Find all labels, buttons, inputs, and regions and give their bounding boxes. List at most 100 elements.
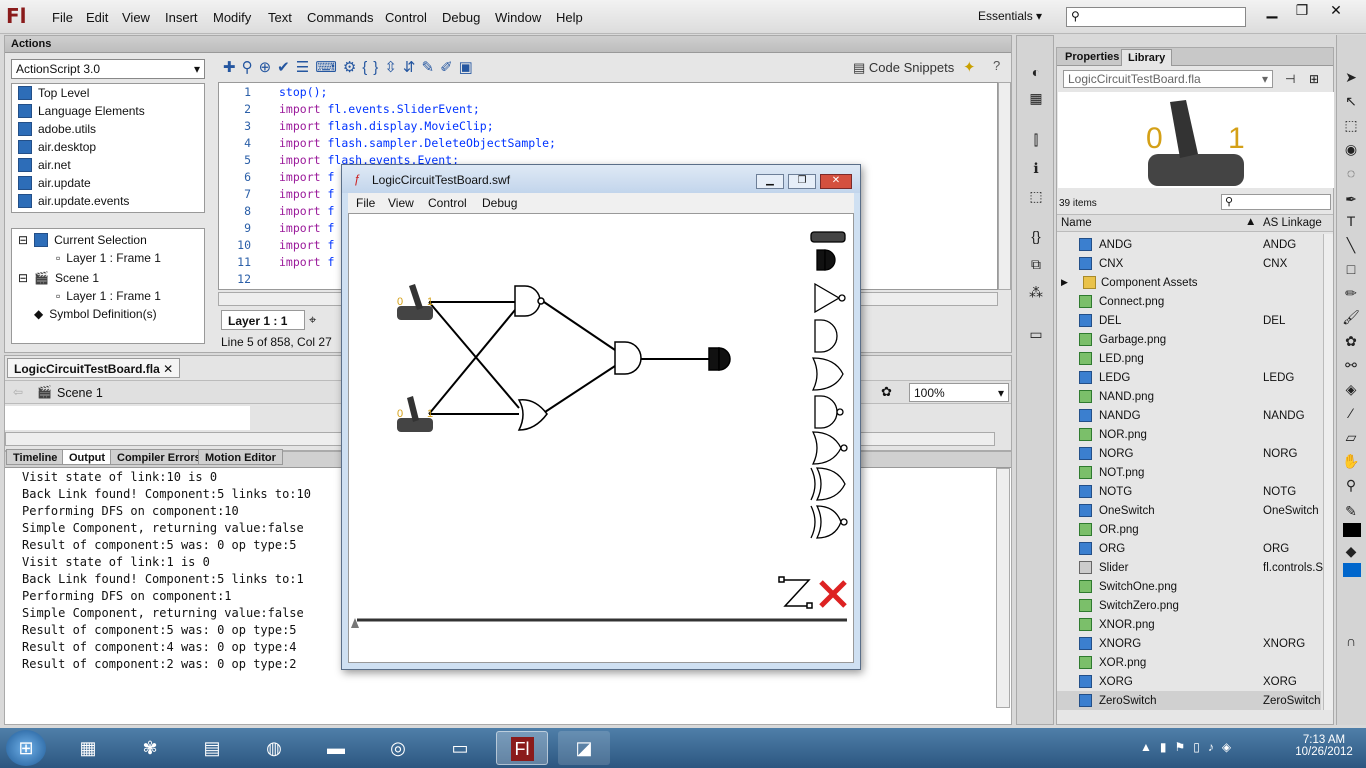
swf-close-button[interactable]: ✕ xyxy=(820,174,852,189)
menu-control[interactable]: Control xyxy=(385,10,427,25)
show-toolbox-icon[interactable]: ▣ xyxy=(459,59,479,76)
library-item[interactable]: XORG XORG xyxy=(1057,672,1321,691)
expand-all-icon[interactable]: ⇵ xyxy=(403,59,422,76)
swf-maximize-button[interactable]: ❐ xyxy=(788,174,816,189)
library-item[interactable]: NOT.png xyxy=(1057,463,1321,482)
fill-color-swatch[interactable] xyxy=(1343,563,1361,577)
code-hint-icon[interactable]: ⌨ xyxy=(315,59,343,76)
rectangle-tool-icon[interactable]: □ xyxy=(1340,259,1362,279)
language-select[interactable]: ActionScript 3.0 ▾ xyxy=(11,59,205,79)
library-item[interactable]: Connect.png xyxy=(1057,292,1321,311)
deco-tool-icon[interactable]: ✿ xyxy=(1340,331,1362,351)
snap-magnet-icon[interactable]: ∩ xyxy=(1340,631,1362,651)
new-library-icon[interactable]: ⊞ xyxy=(1309,72,1319,86)
transform-icon[interactable]: ⬚ xyxy=(1025,186,1047,206)
code-icon[interactable]: {} xyxy=(1025,226,1047,246)
toolbox-item[interactable]: air.net xyxy=(12,156,204,174)
eyedropper-icon[interactable]: ⁄ xyxy=(1340,403,1362,423)
collapse-braces-icon[interactable]: {} xyxy=(362,59,384,76)
tab-timeline[interactable]: Timeline xyxy=(6,449,65,465)
action-center-icon[interactable]: ⚑ xyxy=(1175,740,1194,754)
pencil-tool-icon[interactable]: ✏ xyxy=(1340,283,1362,303)
zoom-tool-icon[interactable]: ⚲ xyxy=(1340,475,1362,495)
project-icon[interactable]: ▭ xyxy=(1025,324,1047,344)
lasso-tool-icon[interactable]: ◌ xyxy=(1340,163,1362,183)
minimize-button[interactable]: ▁ xyxy=(1258,3,1286,19)
collapse-selection-icon[interactable]: ⇳ xyxy=(384,59,403,76)
library-item[interactable]: OR.png xyxy=(1057,520,1321,539)
tab-compiler-errors[interactable]: Compiler Errors xyxy=(110,449,208,465)
library-vscrollbar[interactable] xyxy=(1323,234,1333,710)
close-icon[interactable]: ✕ xyxy=(163,362,173,376)
command-prompt-icon[interactable]: ▬ xyxy=(310,731,362,765)
update-icon[interactable]: ◈ xyxy=(1222,740,1239,754)
nav-current-selection[interactable]: ⊟ Current Selection xyxy=(12,231,204,249)
library-search-input[interactable]: ⚲ xyxy=(1221,194,1331,210)
library-item[interactable]: Garbage.png xyxy=(1057,330,1321,349)
tab-output[interactable]: Output xyxy=(62,449,113,465)
stroke-color-swatch[interactable] xyxy=(1343,523,1361,537)
menu-edit[interactable]: Edit xyxy=(86,10,108,25)
library-file-select[interactable]: LogicCircuitTestBoard.fla ▾ xyxy=(1063,70,1273,88)
uncomment-icon[interactable]: ✐ xyxy=(440,59,459,76)
library-item[interactable]: XNOR.png xyxy=(1057,615,1321,634)
add-item-icon[interactable]: ✚ xyxy=(223,59,242,76)
stroke-color-icon[interactable]: ✎ xyxy=(1340,501,1362,521)
flash-taskbar-icon[interactable]: Fl xyxy=(496,731,548,765)
back-arrow-icon[interactable]: ⇦ xyxy=(13,385,23,399)
motion-presets-icon[interactable]: ⁂ xyxy=(1025,282,1047,302)
volume-icon[interactable]: ♪ xyxy=(1208,740,1222,754)
wand-icon[interactable]: ✦ xyxy=(963,58,976,76)
library-item[interactable]: ORG ORG xyxy=(1057,539,1321,558)
show-hidden-icons-icon[interactable]: ▲ xyxy=(1140,740,1160,754)
components-icon[interactable]: ⧉ xyxy=(1025,254,1047,274)
nav-frame[interactable]: ▫ Layer 1 : Frame 1 xyxy=(12,287,204,305)
tab-library[interactable]: Library xyxy=(1121,49,1173,66)
toolbox-item[interactable]: air.desktop xyxy=(12,138,204,156)
align-icon[interactable]: ⫿ xyxy=(1025,130,1047,150)
selection-tool-icon[interactable]: ➤ xyxy=(1340,67,1362,87)
network-app-icon[interactable]: ▤ xyxy=(186,731,238,765)
help-icon[interactable]: ? xyxy=(993,58,1000,73)
system-tray[interactable]: ▲▮⚑▯♪◈ xyxy=(1140,740,1239,754)
library-item[interactable]: DEL DEL xyxy=(1057,311,1321,330)
nav-symbol-defs[interactable]: ◆ Symbol Definition(s) xyxy=(12,305,204,323)
zoom-select[interactable]: 100% ▾ xyxy=(909,383,1009,402)
start-button[interactable]: ⊞ xyxy=(6,730,46,766)
library-item[interactable]: LED.png xyxy=(1057,349,1321,368)
network-icon[interactable]: ▮ xyxy=(1160,740,1175,754)
tab-properties[interactable]: Properties xyxy=(1059,49,1125,66)
check-syntax-icon[interactable]: ✔ xyxy=(277,59,296,76)
library-item[interactable]: XNORG XNORG xyxy=(1057,634,1321,653)
menu-modify[interactable]: Modify xyxy=(213,10,251,25)
library-item[interactable]: NANDG NANDG xyxy=(1057,406,1321,425)
pin-library-icon[interactable]: ⊣ xyxy=(1285,72,1295,86)
menu-text[interactable]: Text xyxy=(268,10,292,25)
workspace-switcher[interactable]: Essentials ▾ xyxy=(978,9,1042,23)
library-item[interactable]: Slider fl.controls.S xyxy=(1057,558,1323,577)
library-item[interactable]: OneSwitch OneSwitch xyxy=(1057,501,1321,520)
library-item[interactable]: ANDG ANDG xyxy=(1057,235,1321,254)
library-item[interactable]: NAND.png xyxy=(1057,387,1321,406)
library-item[interactable]: ZeroSwitch ZeroSwitch xyxy=(1057,691,1321,710)
close-button[interactable]: ✕ xyxy=(1322,3,1350,19)
swf-menu-view[interactable]: View xyxy=(388,196,414,210)
line-tool-icon[interactable]: ╲ xyxy=(1340,235,1362,255)
nav-scene[interactable]: ⊟ 🎬 Scene 1 xyxy=(12,269,204,287)
subselection-tool-icon[interactable]: ↖ xyxy=(1340,91,1362,111)
fill-color-icon[interactable]: ◆ xyxy=(1340,541,1362,561)
swf-menu-control[interactable]: Control xyxy=(428,196,467,210)
library-item[interactable]: NORG NORG xyxy=(1057,444,1321,463)
tab-motion-editor[interactable]: Motion Editor xyxy=(198,449,283,465)
paint-bucket-icon[interactable]: ◈ xyxy=(1340,379,1362,399)
hand-tool-icon[interactable]: ✋ xyxy=(1340,451,1362,471)
swatches-icon[interactable]: ▦ xyxy=(1025,88,1047,108)
menu-window[interactable]: Window xyxy=(495,10,541,25)
pin-icon[interactable]: ⌖ xyxy=(309,312,316,328)
target-icon[interactable]: ⊕ xyxy=(259,59,278,76)
swf-minimize-button[interactable]: ▁ xyxy=(756,174,784,189)
steam-icon[interactable]: ◎ xyxy=(372,731,424,765)
edit-symbols-icon[interactable]: ✿ xyxy=(881,384,892,400)
menu-commands[interactable]: Commands xyxy=(307,10,373,25)
3d-rotation-icon[interactable]: ◉ xyxy=(1340,139,1362,159)
